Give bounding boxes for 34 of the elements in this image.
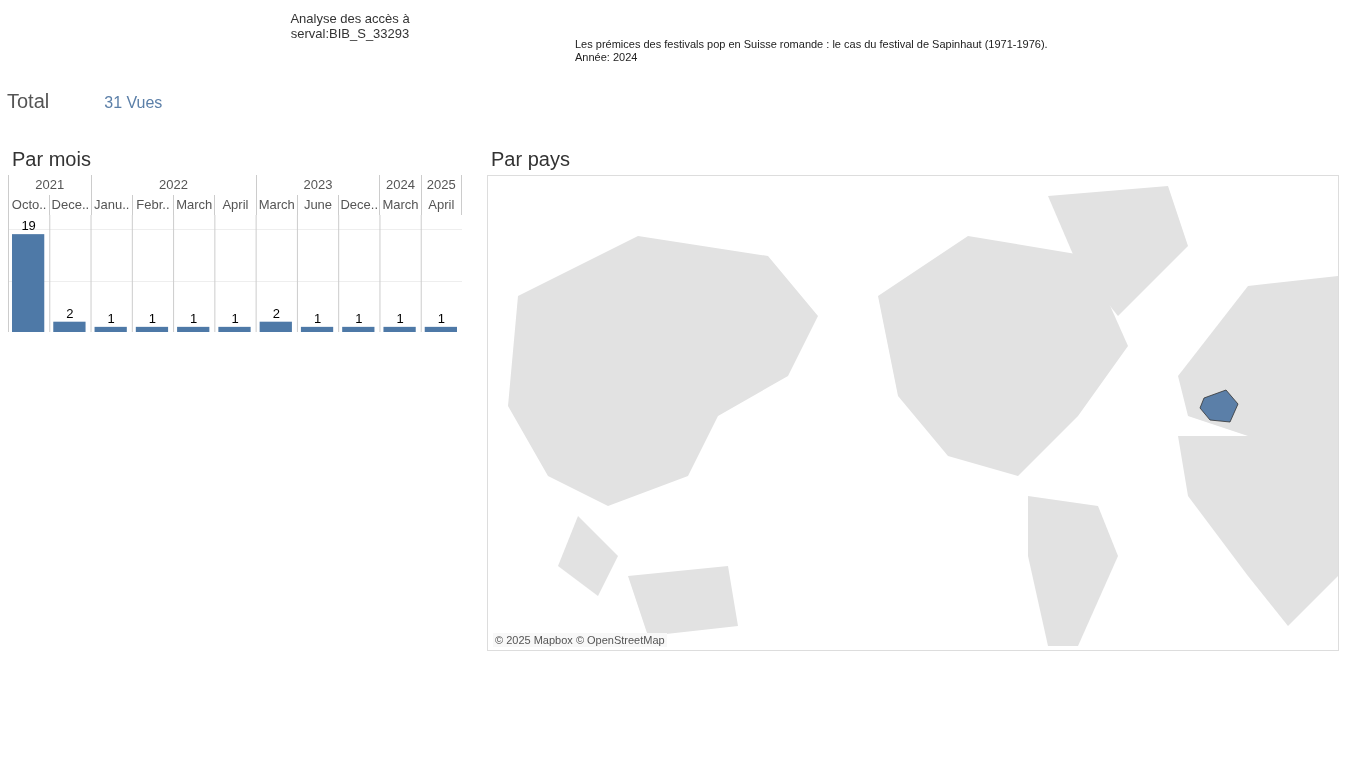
publication-title: Les prémices des festivals pop en Suisse romande : le cas du festival de Sapinhaut (1971-1976). — [575, 38, 1048, 51]
bar — [342, 326, 375, 332]
year-header: 2021 — [8, 175, 91, 195]
bar-value-label: 2 — [272, 305, 280, 321]
section-title: Par pays — [490, 148, 571, 172]
year-header: 2025 — [420, 175, 462, 195]
bar — [383, 326, 416, 332]
bar-value-label: 1 — [396, 310, 404, 326]
bar-value-label: 1 — [437, 310, 445, 326]
total-views: 31 Vues — [104, 94, 163, 112]
bar — [259, 321, 292, 332]
bar-value-label: 1 — [107, 310, 115, 326]
bar — [135, 326, 169, 332]
bar-value-label: 19 — [21, 218, 36, 234]
report-title: Analyse des accès à serval:BIB_S_33293 — [289, 11, 411, 41]
publication-year: Année: 2024 — [575, 51, 639, 64]
year-header: 2022 — [90, 175, 256, 195]
bar-value-label: 1 — [190, 310, 198, 326]
bar-value-label: 1 — [148, 310, 157, 326]
year-header: 2023 — [255, 175, 380, 195]
bar — [177, 326, 210, 332]
bar — [218, 326, 251, 332]
bar-value-label: 1 — [355, 310, 363, 326]
bar-value-label: 1 — [313, 310, 322, 326]
bar — [94, 326, 127, 332]
map-attribution: © 2025 Mapbox © OpenStreetMap — [493, 633, 667, 647]
total-label: Total — [7, 90, 50, 113]
bar-value-label: 1 — [231, 310, 239, 326]
bar — [424, 326, 457, 332]
bar — [53, 321, 86, 332]
section-title: Par mois — [11, 148, 92, 172]
bar-value-label: 2 — [66, 305, 74, 321]
bar — [300, 326, 334, 332]
year-header: 2024 — [379, 175, 421, 195]
